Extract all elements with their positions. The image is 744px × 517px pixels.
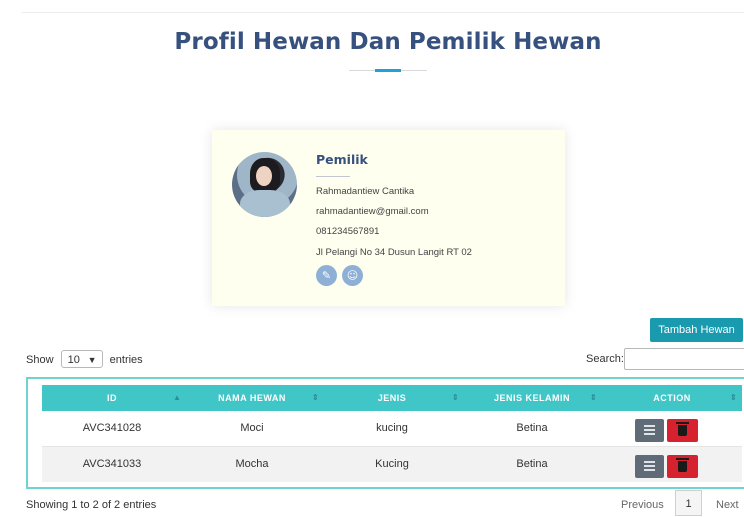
header-action[interactable]: ACTION <box>602 385 742 411</box>
avatar-face <box>256 166 272 186</box>
user-icon[interactable]: ☺ <box>342 265 363 286</box>
title-underline-accent <box>375 69 401 72</box>
cell-jenis: kucing <box>376 422 408 434</box>
add-pet-button[interactable]: Tambah Hewan <box>650 318 743 342</box>
table-header: ID ▲ NAMA HEWAN ⇕ JENIS ⇕ JENIS KELAMIN … <box>42 385 742 411</box>
search-input[interactable] <box>624 348 744 370</box>
owner-phone: 081234567891 <box>316 226 380 237</box>
pagination-next[interactable]: Next <box>716 499 739 511</box>
avatar-body <box>240 190 290 217</box>
chevron-down-icon: ▼ <box>87 355 97 365</box>
entries-label: entries <box>109 353 143 366</box>
owner-address: Jl Pelangi No 34 Dusun Langit RT 02 <box>316 247 472 258</box>
avatar <box>232 152 297 217</box>
owner-heading-underline <box>316 176 350 177</box>
page-size-value: 10 <box>67 354 80 366</box>
table-row: AVC341033 Mocha Kucing Betina <box>42 447 742 482</box>
table-info: Showing 1 to 2 of 2 entries <box>26 499 157 511</box>
table-row: AVC341028 Moci kucing Betina <box>42 411 742 447</box>
sort-icon: ⇕ <box>730 393 738 402</box>
cell-jenis: Kucing <box>375 458 409 470</box>
delete-button[interactable] <box>667 419 698 442</box>
cell-nama: Moci <box>240 422 264 434</box>
cell-id: AVC341028 <box>82 422 142 434</box>
owner-email: rahmadantiew@gmail.com <box>316 206 429 217</box>
page-size-select[interactable]: 10 ▼ <box>60 350 103 368</box>
pets-table: ID ▲ NAMA HEWAN ⇕ JENIS ⇕ JENIS KELAMIN … <box>26 377 744 489</box>
owner-heading: Pemilik <box>316 152 368 167</box>
cell-nama: Mocha <box>235 458 269 470</box>
detail-button[interactable] <box>635 455 664 478</box>
cell-kelamin: Betina <box>516 458 548 470</box>
owner-card: Pemilik Rahmadantiew Cantika rahmadantie… <box>212 130 565 306</box>
page-size-control: Show 10 ▼ entries <box>26 350 143 369</box>
header-jenis[interactable]: JENIS <box>322 385 462 411</box>
pagination-previous[interactable]: Previous <box>621 499 664 511</box>
header-jenis-kelamin[interactable]: JENIS KELAMIN <box>462 385 602 411</box>
page-title: Profil Hewan Dan Pemilik Hewan <box>174 29 602 55</box>
trash-icon <box>676 458 689 472</box>
sort-icon: ⇕ <box>312 393 320 402</box>
header-id[interactable]: ID <box>42 385 182 411</box>
sort-icon: ⇕ <box>452 393 460 402</box>
search-label: Search: <box>586 353 624 365</box>
pagination-page-1[interactable]: 1 <box>675 490 702 516</box>
trash-icon <box>676 422 689 436</box>
show-label: Show <box>26 353 54 366</box>
sort-asc-icon: ▲ <box>173 393 182 402</box>
detail-button[interactable] <box>635 419 664 442</box>
top-divider <box>22 12 744 13</box>
owner-name: Rahmadantiew Cantika <box>316 186 415 197</box>
user-edit-icon[interactable]: ✎ <box>316 265 337 286</box>
cell-kelamin: Betina <box>516 422 548 434</box>
sort-icon: ⇕ <box>590 393 598 402</box>
header-nama-hewan[interactable]: NAMA HEWAN <box>182 385 322 411</box>
cell-id: AVC341033 <box>82 458 142 470</box>
delete-button[interactable] <box>667 455 698 478</box>
